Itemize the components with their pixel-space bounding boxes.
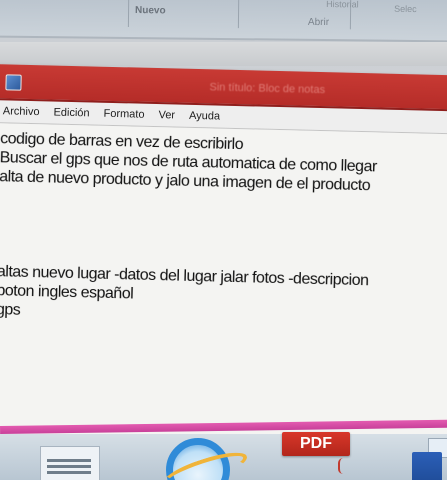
ribbon-abrir-button[interactable]: Abrir — [308, 17, 329, 28]
window-title: Sin título: Bloc de notas — [209, 81, 326, 97]
menu-ayuda[interactable]: Ayuda — [189, 110, 220, 123]
text-editor-area[interactable]: codigo de barras en vez de escribirlo Bu… — [0, 122, 447, 455]
screen: Nuevo Historial Abrir Selec Sin título: … — [0, 0, 447, 480]
pdf-icon[interactable]: PDF — [282, 432, 350, 456]
menu-ver[interactable]: Ver — [158, 109, 175, 121]
menu-formato[interactable]: Formato — [103, 108, 144, 121]
menu-edicion[interactable]: Edición — [53, 107, 89, 120]
document-icon[interactable] — [40, 446, 100, 480]
notepad-window: Sin título: Bloc de notas Archivo Edició… — [0, 64, 447, 467]
ribbon-group — [0, 0, 130, 27]
background-app-ribbon: Nuevo Historial Abrir Selec — [0, 0, 447, 43]
ribbon-nuevo-button[interactable]: Nuevo — [135, 5, 166, 16]
background-app-strip — [0, 42, 447, 66]
internet-explorer-icon[interactable] — [166, 438, 230, 480]
ribbon-seleccion-button[interactable]: Selec — [394, 4, 417, 14]
menu-archivo[interactable]: Archivo — [3, 105, 40, 118]
pdf-ribbon-decoration — [338, 458, 348, 474]
ribbon-historial-button[interactable]: Historial — [326, 0, 359, 9]
notepad-app-icon — [5, 74, 22, 91]
taskbar: PDF — [0, 432, 447, 480]
word-icon[interactable] — [412, 452, 442, 480]
